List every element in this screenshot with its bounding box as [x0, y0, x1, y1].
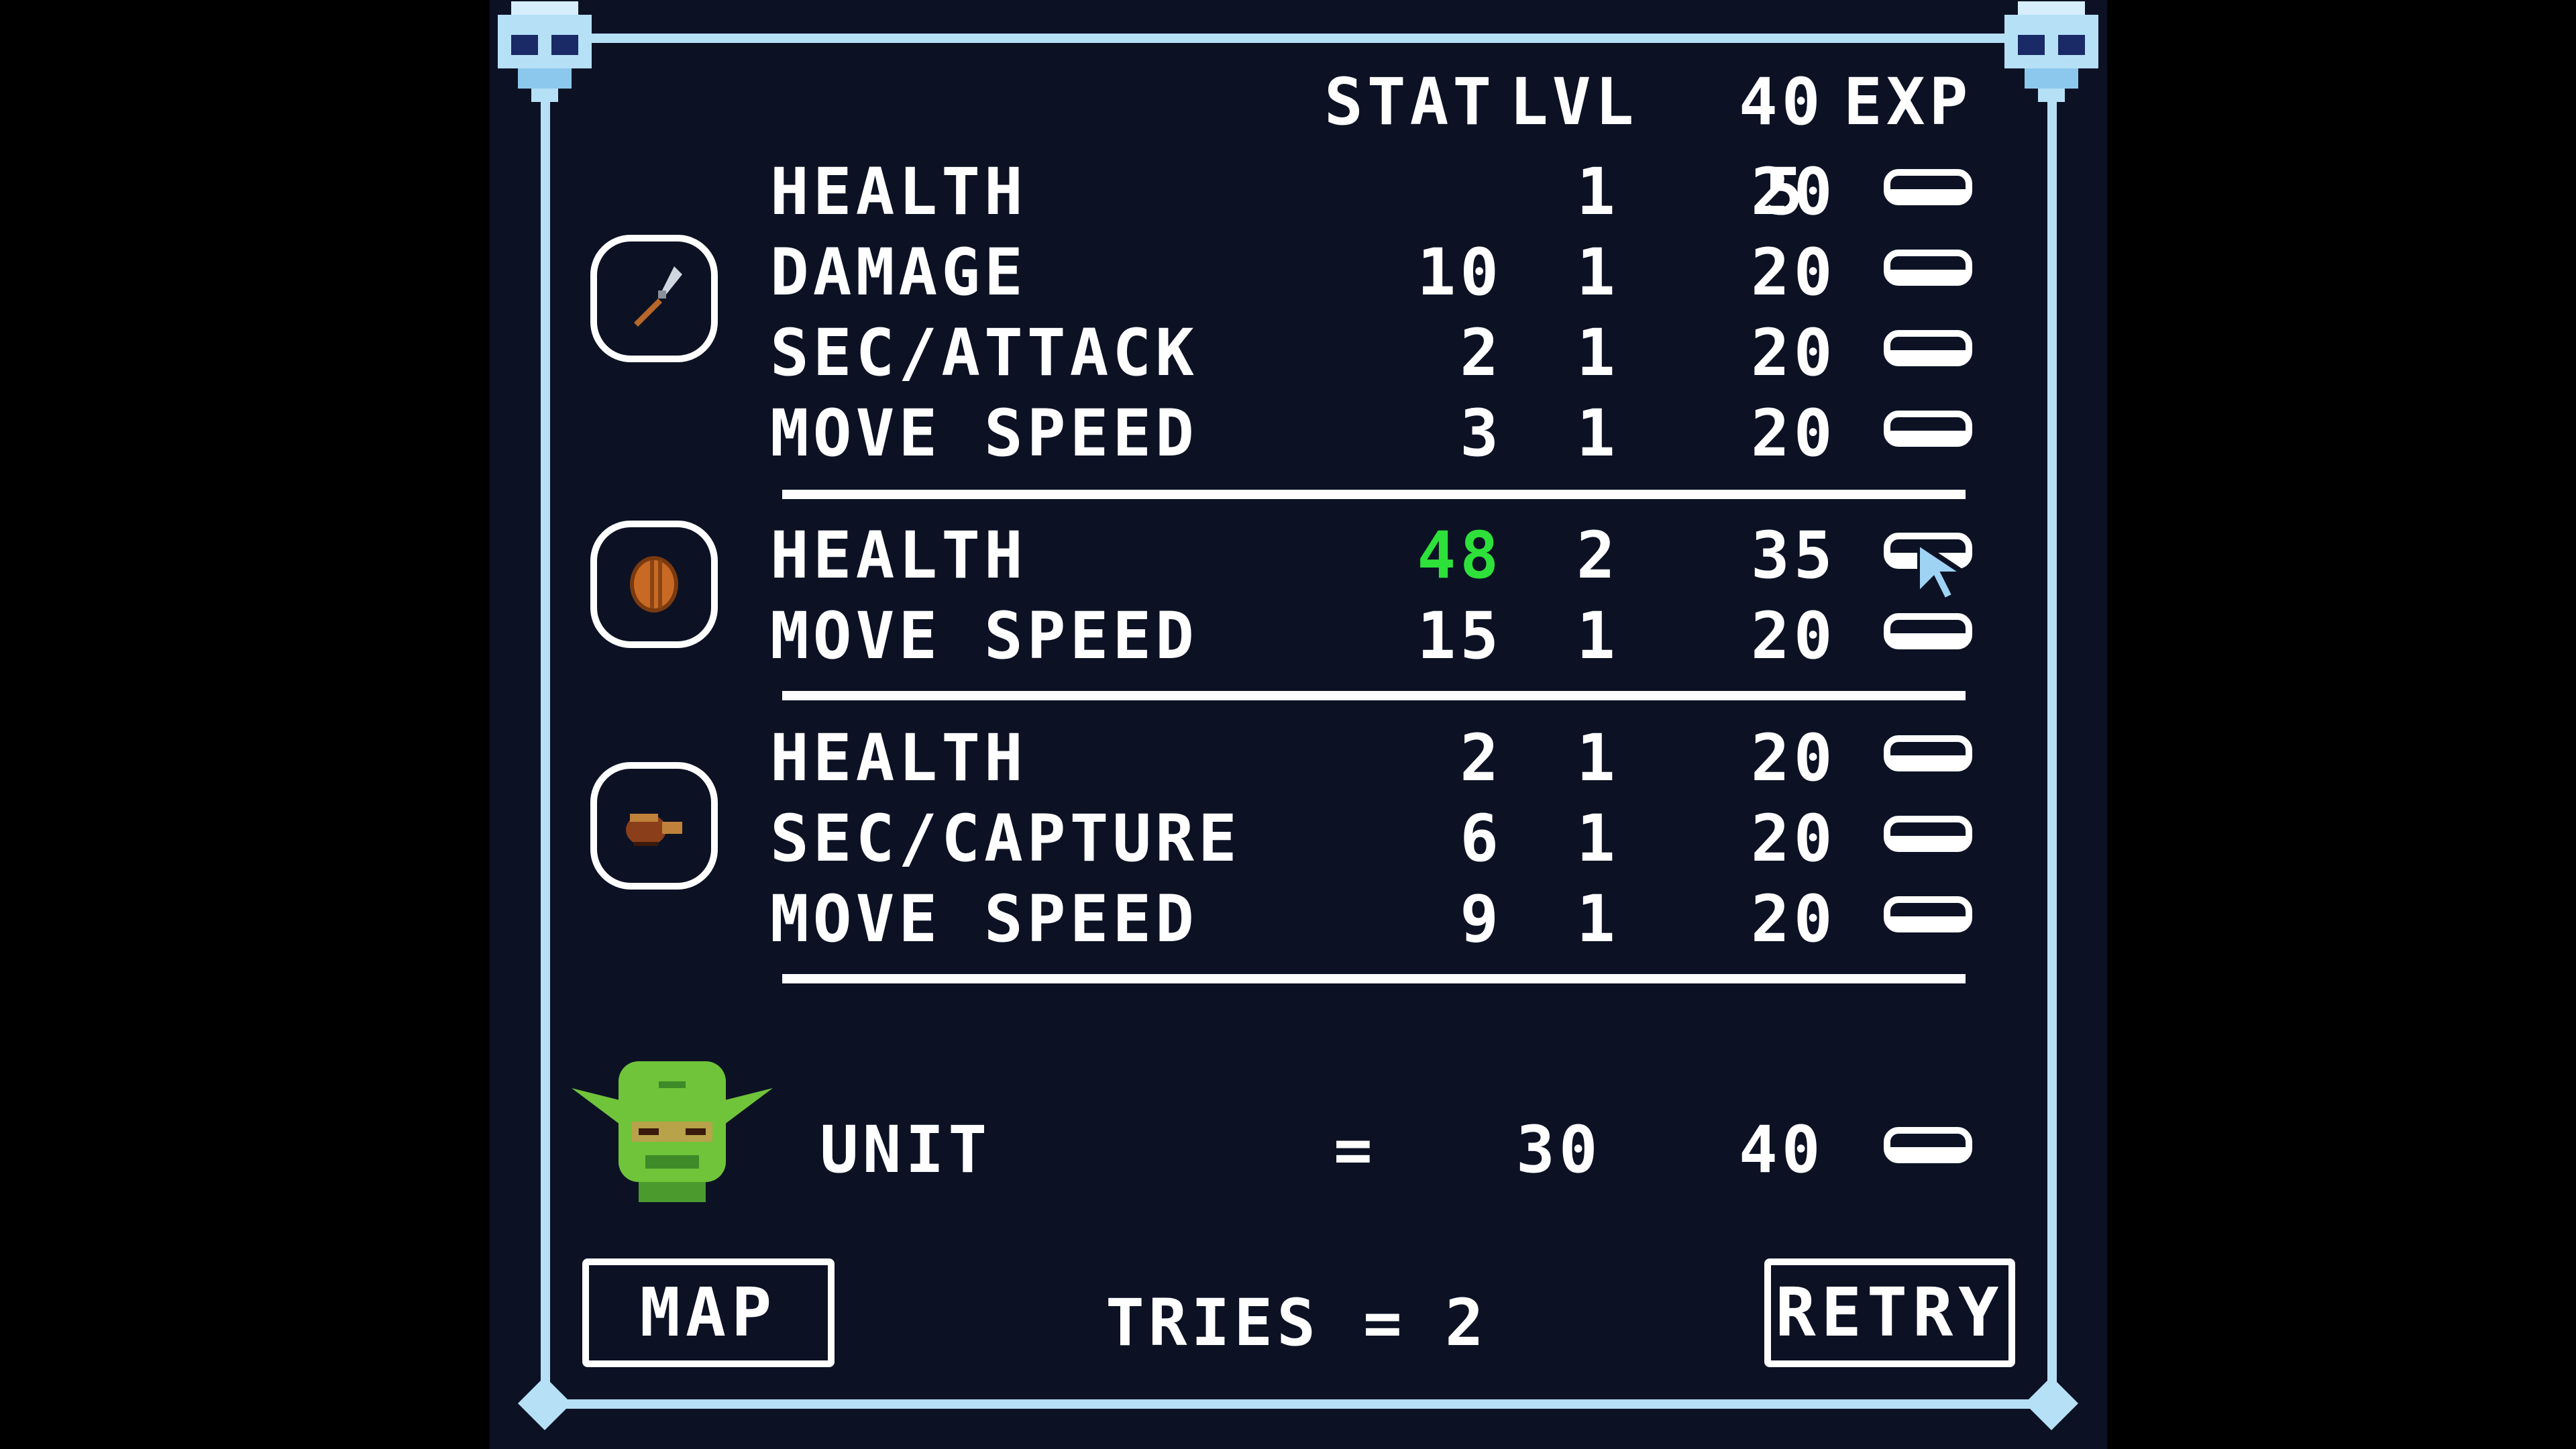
frame-left-rail — [541, 80, 550, 1395]
horn-icon-frame — [590, 762, 718, 890]
armor-icon-frame — [590, 521, 718, 648]
stat-value-highlighted: 48 — [1417, 518, 1503, 593]
upgrade-button[interactable] — [1884, 613, 1972, 649]
spear-icon — [634, 266, 682, 327]
stat-cost: 20 — [1751, 396, 1837, 471]
upgrade-button[interactable] — [1884, 735, 1972, 771]
stat-cost: 20 — [1751, 720, 1837, 796]
stat-level: 1 — [1576, 315, 1619, 390]
tries-equals: = — [1363, 1285, 1406, 1360]
stat-name: HEALTH — [770, 720, 1027, 796]
unit-cost: 40 — [1739, 1112, 1825, 1187]
stat-level: 1 — [1576, 720, 1619, 796]
stat-cost: 20 — [1751, 154, 1837, 229]
stat-level: 1 — [1576, 396, 1619, 471]
unit-label: UNIT — [820, 1112, 991, 1187]
stat-name: MOVE SPEED — [770, 881, 1198, 957]
upgrade-panel: STAT LVL 40 EXP HEALTH 5 1 20 DAMAGE 1 2… — [490, 0, 2107, 1449]
stat-level: 1 — [1576, 801, 1619, 876]
stat-value: 2 — [1460, 315, 1503, 390]
stat-level: 2 — [1576, 518, 1619, 593]
unit-upgrade-button[interactable] — [1884, 1127, 1972, 1163]
stat-cost: 20 — [1751, 881, 1837, 957]
stat-value: 6 — [1460, 801, 1503, 876]
stat-name: SEC/CAPTURE — [770, 801, 1241, 876]
frame-top-rail — [543, 34, 2053, 43]
stat-name: DAMAGE — [770, 235, 1027, 310]
goblin-portrait-icon — [572, 1061, 773, 1202]
group-divider — [782, 691, 1966, 700]
mouse-cursor-icon — [1917, 542, 1971, 605]
upgrade-button[interactable] — [1884, 896, 1972, 932]
stat-level: 1 — [1576, 881, 1619, 957]
stat-cost: 35 — [1751, 518, 1837, 593]
horn-icon — [626, 814, 682, 846]
unit-value: 30 — [1516, 1112, 1602, 1187]
frame-bottom-rail — [543, 1399, 2053, 1409]
stat-name: MOVE SPEED — [770, 598, 1198, 674]
header-lvl: LVL — [1509, 64, 1638, 140]
header-exp: EXP — [1843, 64, 1972, 140]
map-button-label: MAP — [639, 1273, 777, 1352]
group-divider — [782, 490, 1966, 499]
frame-right-rail — [2047, 80, 2057, 1395]
corner-gem-icon — [518, 1377, 572, 1430]
stat-value: 2 — [1460, 720, 1503, 796]
tries-value: 2 — [1445, 1285, 1488, 1360]
retry-button-label: RETRY — [1775, 1273, 2004, 1352]
stat-name: MOVE SPEED — [770, 396, 1198, 471]
upgrade-button[interactable] — [1884, 411, 1972, 447]
unit-equals: = — [1334, 1112, 1377, 1187]
skull-icon — [2004, 1, 2098, 102]
header-stat: STAT — [1324, 64, 1496, 140]
stat-name: SEC/ATTACK — [770, 315, 1198, 390]
stat-value: 10 — [1417, 235, 1503, 310]
stat-name: HEALTH — [770, 518, 1027, 593]
stat-level: 1 — [1576, 235, 1619, 310]
upgrade-button[interactable] — [1884, 169, 1972, 205]
stat-level: 1 — [1576, 598, 1619, 674]
stat-value: 3 — [1460, 396, 1503, 471]
stat-value: 9 — [1460, 881, 1503, 957]
stat-cost: 20 — [1751, 801, 1837, 876]
stat-level: 1 — [1576, 154, 1619, 229]
upgrade-button[interactable] — [1884, 816, 1972, 852]
map-button[interactable]: MAP — [582, 1258, 835, 1367]
corner-gem-icon — [2025, 1377, 2078, 1430]
stat-name: HEALTH — [770, 154, 1027, 229]
stat-value: 15 — [1417, 598, 1503, 674]
shield-icon — [630, 556, 678, 612]
stat-cost: 20 — [1751, 235, 1837, 310]
stat-cost: 20 — [1751, 315, 1837, 390]
weapon-icon-frame — [590, 235, 718, 362]
tries-label: TRIES — [1106, 1285, 1320, 1360]
skull-icon — [498, 1, 592, 102]
retry-button[interactable]: RETRY — [1764, 1258, 2015, 1367]
stat-cost: 20 — [1751, 598, 1837, 674]
upgrade-button[interactable] — [1884, 330, 1972, 366]
group-divider — [782, 974, 1966, 983]
upgrade-button[interactable] — [1884, 250, 1972, 286]
header-cost: 40 — [1739, 64, 1825, 140]
